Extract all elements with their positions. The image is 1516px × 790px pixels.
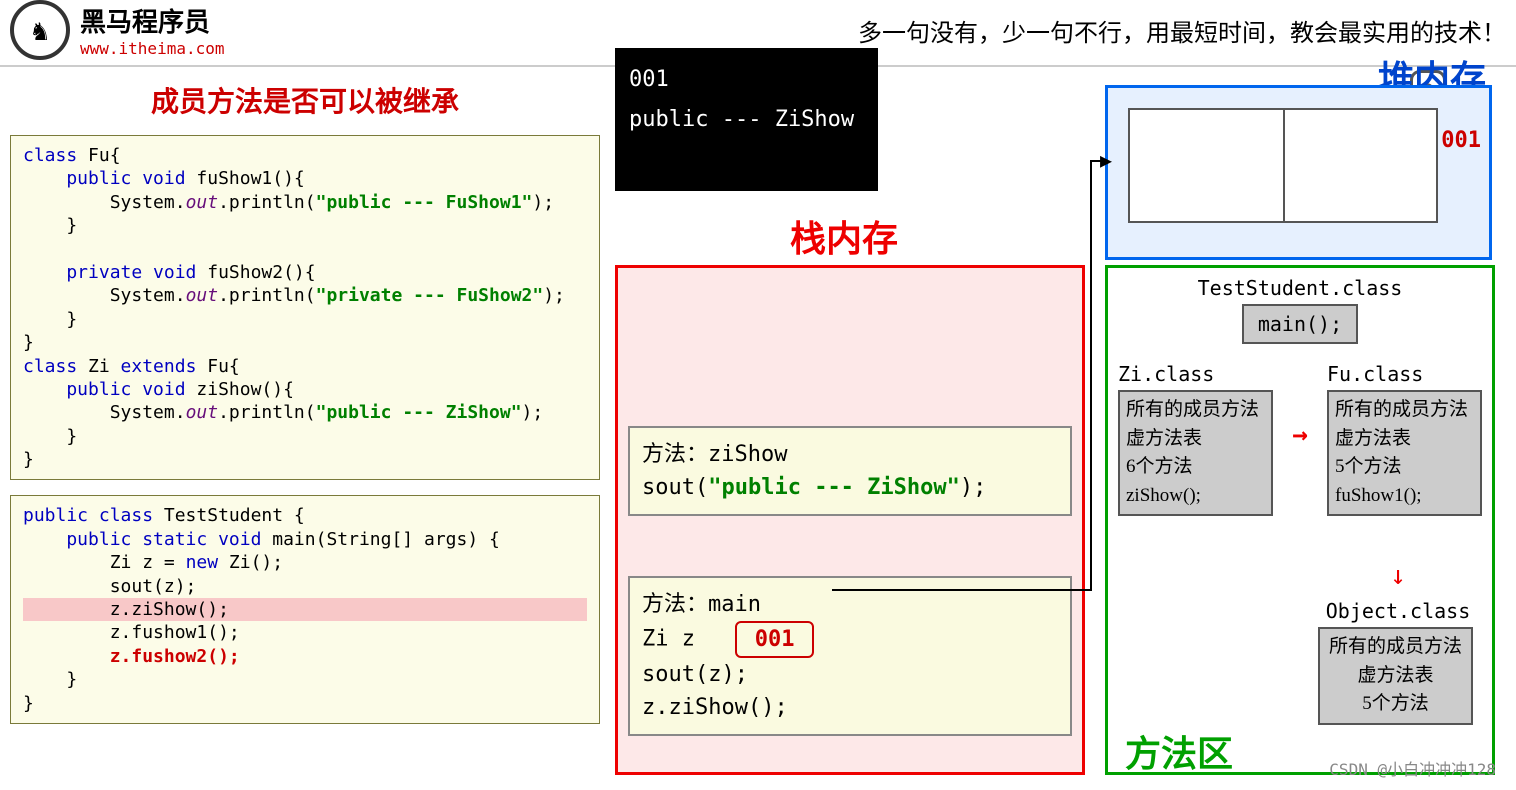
arrow-right-icon: ▶ [1100,148,1112,172]
frame-title: 方法：main [642,588,1058,621]
stack-memory: 方法：ziShow sout("public --- ZiShow"); 方法：… [615,265,1085,775]
slogan: 多一句没有，少一句不行，用最短时间，教会最实用的技术！ [858,13,1506,48]
logo-icon: ♞ [10,0,70,60]
class-label: TestStudent.class [1108,276,1492,300]
stack-frame-main: 方法：main Zi z 001 sout(z); z.ziShow(); [628,576,1072,736]
code-box-classes: class Fu{ public void fuShow1(){ System.… [10,135,600,480]
address-badge: 001 [735,621,815,658]
heap-address: 001 [1441,128,1481,153]
brand-name: 黑马程序员 [80,2,225,39]
connector-line [1090,160,1092,591]
method-area-label: 方法区 [1125,725,1233,777]
page-title: 成员方法是否可以被继承 [10,80,600,120]
stack-frame-zishow: 方法：ziShow sout("public --- ZiShow"); [628,426,1072,516]
heap-memory: 001 [1105,85,1492,260]
object-class-wrap: ↓ Object.class 所有的成员方法 虚方法表 5个方法 [1318,558,1478,725]
arrow-right-icon: → [1292,420,1308,450]
object-class-label: Object.class [1318,599,1478,623]
logo-area: ♞ 黑马程序员 www.itheima.com [10,0,225,60]
frame-title: 方法：ziShow [642,438,1058,471]
code-box-test: public class TestStudent { public static… [10,495,600,724]
fu-class-box: 所有的成员方法 虚方法表 5个方法 fuShow1(); [1327,390,1482,516]
object-class-box: 所有的成员方法 虚方法表 5个方法 [1318,627,1473,725]
brand-url: www.itheima.com [80,39,225,58]
heap-object [1128,108,1438,223]
watermark: CSDN @小白冲冲冲128 [1329,756,1496,780]
left-column: 成员方法是否可以被继承 class Fu{ public void fuShow… [10,80,600,739]
arrow-down-icon: ↓ [1318,561,1478,591]
method-area: TestStudent.class main(); Zi.class 所有的成员… [1105,265,1495,775]
main-method-cell: main(); [1242,304,1358,344]
fu-class-label: Fu.class [1327,362,1482,386]
zi-class-label: Zi.class [1118,362,1273,386]
console-output: 001 public --- ZiShow [615,48,878,191]
connector-line [832,589,1092,591]
zi-class-box: 所有的成员方法 虚方法表 6个方法 ziShow(); [1118,390,1273,516]
console-line: public --- ZiShow [629,100,864,140]
console-line: 001 [629,60,864,100]
highlighted-line: z.ziShow(); [23,598,587,621]
zi-fu-row: Zi.class 所有的成员方法 虚方法表 6个方法 ziShow(); → F… [1108,354,1492,516]
stack-label: 栈内存 [790,210,898,262]
